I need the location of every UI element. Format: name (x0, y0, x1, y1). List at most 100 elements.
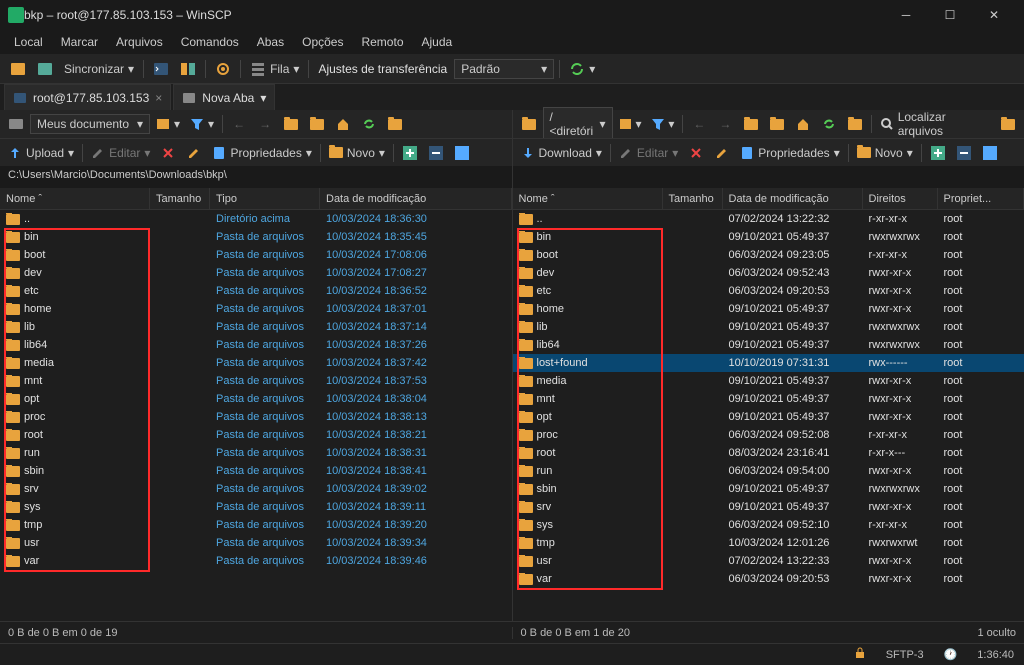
parent-dir-row[interactable]: ..Diretório acima10/03/2024 18:36:30 (0, 210, 512, 228)
file-row[interactable]: usrPasta de arquivos10/03/2024 18:39:34 (0, 534, 512, 552)
col-name[interactable]: Nome ˆ (0, 188, 150, 209)
maximize-button[interactable]: ☐ (928, 0, 972, 30)
col-modified[interactable]: Data de modificação (320, 188, 512, 209)
col-rights[interactable]: Direitos (863, 188, 938, 209)
file-row[interactable]: lib09/10/2021 05:49:37rwxrwxrwxroot (513, 318, 1024, 336)
rename-icon[interactable] (710, 141, 734, 165)
plus-icon[interactable] (926, 141, 950, 165)
file-row[interactable]: dev06/03/2024 09:52:43rwxr-xr-xroot (513, 264, 1024, 282)
edit-button[interactable]: Editar ▾ (87, 141, 154, 165)
file-row[interactable]: mnt09/10/2021 05:49:37rwxr-xr-xroot (513, 390, 1024, 408)
menu-item[interactable]: Remoto (353, 32, 411, 52)
file-row[interactable]: sbin09/10/2021 05:49:37rwxrwxrwxroot (513, 480, 1024, 498)
file-row[interactable]: media09/10/2021 05:49:37rwxr-xr-xroot (513, 372, 1024, 390)
menu-item[interactable]: Arquivos (108, 32, 171, 52)
edit-button[interactable]: Editar ▾ (615, 141, 682, 165)
browse-icon[interactable] (33, 57, 57, 81)
filter-icon[interactable]: ▾ (186, 112, 218, 136)
file-row[interactable]: lib6409/10/2021 05:49:37rwxrwxrwxroot (513, 336, 1024, 354)
home-icon[interactable] (791, 112, 815, 136)
file-row[interactable]: homePasta de arquivos10/03/2024 18:37:01 (0, 300, 512, 318)
local-path[interactable]: C:\Users\Marcio\Documents\Downloads\bkp\ (0, 166, 512, 188)
file-row[interactable]: mntPasta de arquivos10/03/2024 18:37:53 (0, 372, 512, 390)
minus-icon[interactable] (952, 141, 976, 165)
sync-browse-icon[interactable] (843, 112, 867, 136)
file-row[interactable]: lost+found10/10/2019 07:31:31rwx------ro… (513, 354, 1024, 372)
file-row[interactable]: var06/03/2024 09:20:53rwxr-xr-xroot (513, 570, 1024, 588)
compare-icon[interactable] (176, 57, 200, 81)
parent-dir-row[interactable]: ..07/02/2024 13:22:32r-xr-xr-xroot (513, 210, 1024, 228)
menu-item[interactable]: Opções (294, 32, 351, 52)
terminal-icon[interactable] (149, 57, 173, 81)
file-row[interactable]: runPasta de arquivos10/03/2024 18:38:31 (0, 444, 512, 462)
file-row[interactable]: usr07/02/2024 13:22:33rwxr-xr-xroot (513, 552, 1024, 570)
up-icon[interactable] (739, 112, 763, 136)
file-row[interactable]: mediaPasta de arquivos10/03/2024 18:37:4… (0, 354, 512, 372)
forward-icon[interactable]: → (253, 112, 277, 136)
delete-icon[interactable] (156, 141, 180, 165)
new-button[interactable]: Novo ▾ (853, 141, 917, 165)
plus-icon[interactable] (398, 141, 422, 165)
bookmark-icon[interactable]: ▾ (615, 112, 646, 136)
refresh-icon[interactable] (357, 112, 381, 136)
minus-icon[interactable] (424, 141, 448, 165)
file-row[interactable]: proc06/03/2024 09:52:08r-xr-xr-xroot (513, 426, 1024, 444)
selection-icon[interactable] (450, 141, 474, 165)
file-row[interactable]: sbinPasta de arquivos10/03/2024 18:38:41 (0, 462, 512, 480)
file-row[interactable]: opt09/10/2021 05:49:37rwxr-xr-xroot (513, 408, 1024, 426)
session-tab[interactable]: root@177.85.103.153 × (4, 84, 171, 110)
back-icon[interactable]: ← (227, 112, 251, 136)
file-row[interactable]: tmpPasta de arquivos10/03/2024 18:39:20 (0, 516, 512, 534)
menu-item[interactable]: Comandos (173, 32, 247, 52)
col-size[interactable]: Tamanho (663, 188, 723, 209)
menu-item[interactable]: Abas (249, 32, 292, 52)
file-row[interactable]: varPasta de arquivos10/03/2024 18:39:46 (0, 552, 512, 570)
home-icon[interactable] (331, 112, 355, 136)
remote-dir-dropdown[interactable]: / <diretóri▾ (543, 107, 613, 141)
file-row[interactable]: root08/03/2024 23:16:41r-xr-x---root (513, 444, 1024, 462)
file-row[interactable]: procPasta de arquivos10/03/2024 18:38:13 (0, 408, 512, 426)
properties-button[interactable]: Propriedades ▾ (208, 141, 315, 165)
minimize-button[interactable]: ─ (884, 0, 928, 30)
sync-button[interactable]: Sincronizar ▾ (60, 57, 138, 81)
remote-file-list[interactable]: ..07/02/2024 13:22:32r-xr-xr-xrootbin09/… (513, 210, 1024, 621)
download-button[interactable]: Download ▾ (517, 141, 606, 165)
bookmark-icon[interactable]: ▾ (152, 112, 184, 136)
new-button[interactable]: Novo ▾ (325, 141, 389, 165)
remote-path[interactable] (513, 166, 1024, 188)
root-icon[interactable] (305, 112, 329, 136)
file-row[interactable]: boot06/03/2024 09:23:05r-xr-xr-xroot (513, 246, 1024, 264)
forward-icon[interactable]: → (713, 112, 737, 136)
menu-item[interactable]: Marcar (53, 32, 106, 52)
folder-icon[interactable] (517, 112, 541, 136)
col-name[interactable]: Nome ˆ (513, 188, 663, 209)
close-icon[interactable]: × (155, 91, 162, 105)
close-button[interactable]: ✕ (972, 0, 1016, 30)
file-row[interactable]: etcPasta de arquivos10/03/2024 18:36:52 (0, 282, 512, 300)
drive-icon[interactable] (4, 112, 28, 136)
col-size[interactable]: Tamanho (150, 188, 210, 209)
properties-button[interactable]: Propriedades ▾ (736, 141, 843, 165)
selection-icon[interactable] (978, 141, 1002, 165)
upload-button[interactable]: Upload ▾ (4, 141, 78, 165)
file-row[interactable]: optPasta de arquivos10/03/2024 18:38:04 (0, 390, 512, 408)
file-row[interactable]: devPasta de arquivos10/03/2024 17:08:27 (0, 264, 512, 282)
file-row[interactable]: tmp10/03/2024 12:01:26rwxrwxrwtroot (513, 534, 1024, 552)
menu-item[interactable]: Ajuda (414, 32, 461, 52)
menu-item[interactable]: Local (6, 32, 51, 52)
file-row[interactable]: lib64Pasta de arquivos10/03/2024 18:37:2… (0, 336, 512, 354)
local-drive-dropdown[interactable]: Meus documento▾ (30, 114, 150, 134)
filter-icon[interactable]: ▾ (647, 112, 678, 136)
refresh-icon[interactable] (817, 112, 841, 136)
file-row[interactable]: srvPasta de arquivos10/03/2024 18:39:02 (0, 480, 512, 498)
file-row[interactable]: rootPasta de arquivos10/03/2024 18:38:21 (0, 426, 512, 444)
col-type[interactable]: Tipo (210, 188, 320, 209)
remote-extra-icon[interactable] (996, 112, 1020, 136)
queue-button[interactable]: Fila ▾ (246, 57, 303, 81)
file-row[interactable]: sysPasta de arquivos10/03/2024 18:39:11 (0, 498, 512, 516)
transfer-preset-dropdown[interactable]: Padrão▾ (454, 59, 554, 79)
back-icon[interactable]: ← (687, 112, 711, 136)
file-row[interactable]: run06/03/2024 09:54:00rwxr-xr-xroot (513, 462, 1024, 480)
file-row[interactable]: srv09/10/2021 05:49:37rwxr-xr-xroot (513, 498, 1024, 516)
reconnect-icon[interactable]: ▾ (565, 57, 599, 81)
